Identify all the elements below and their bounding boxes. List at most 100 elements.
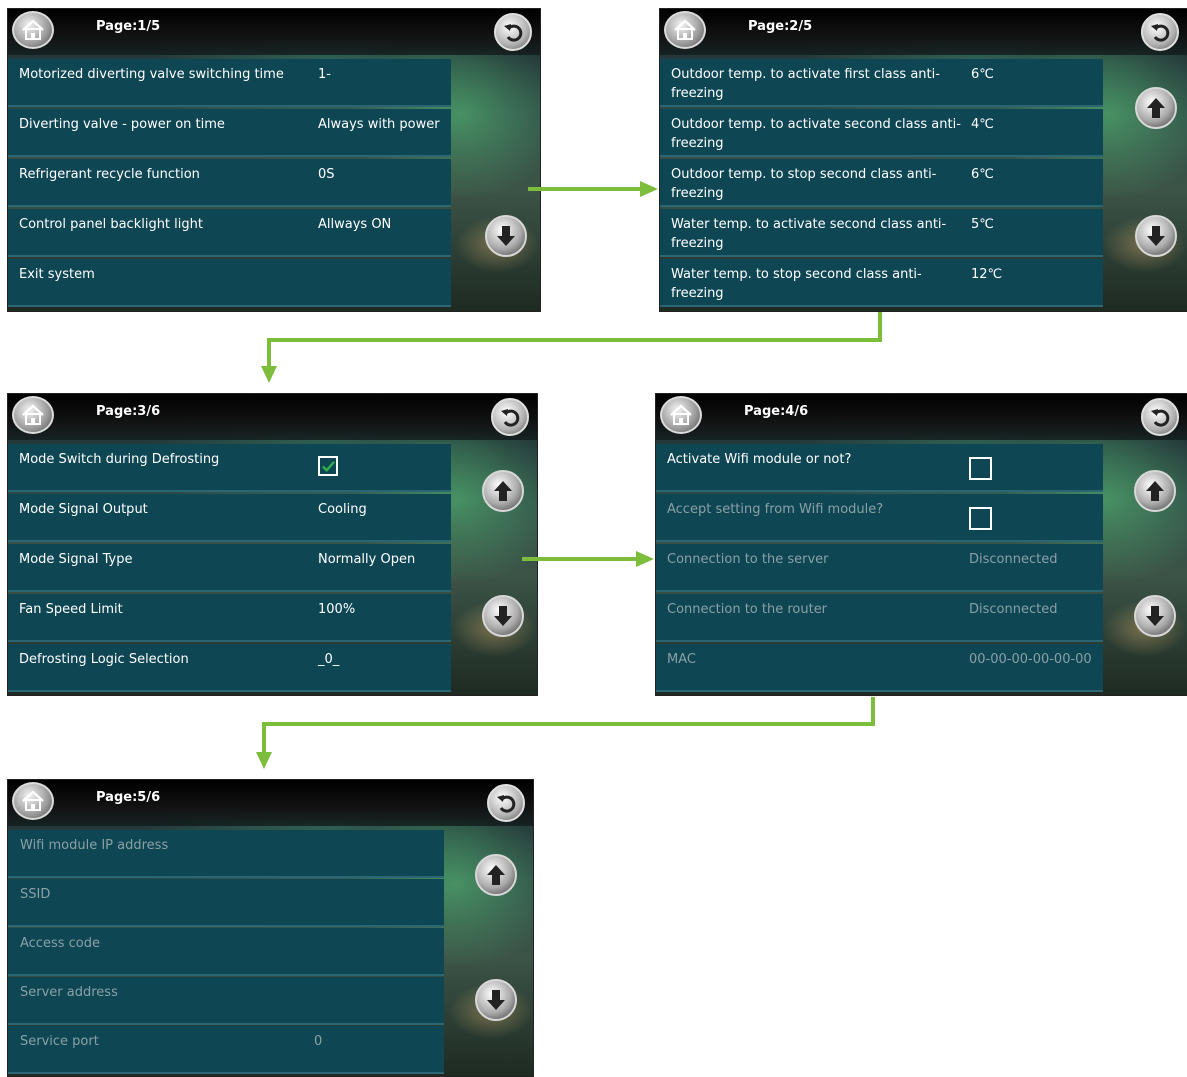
list-item[interactable]: Connection to the router Disconnected [656, 594, 1103, 642]
down-arrow-icon [487, 990, 505, 1010]
list-item[interactable]: Connection to the server Disconnected [656, 544, 1103, 592]
row-label: Motorized diverting valve switching time [19, 67, 284, 82]
scroll-down-button[interactable] [1135, 215, 1177, 257]
row-label: Connection to the router [667, 602, 828, 617]
scroll-up-button[interactable] [1134, 470, 1176, 512]
row-label: SSID [20, 887, 51, 902]
scroll-down-button[interactable] [1134, 595, 1176, 637]
row-label: Access code [20, 936, 100, 951]
top-bar [660, 9, 1187, 55]
list-item[interactable]: Mode Switch during Defrosting [8, 444, 451, 492]
list-item[interactable]: Outdoor temp. to stop second class anti-… [660, 159, 1103, 207]
activate-wifi-checkbox[interactable] [969, 457, 992, 480]
row-label: Diverting valve - power on time [19, 117, 225, 132]
scroll-down-button[interactable] [475, 979, 517, 1021]
top-bar [8, 9, 540, 55]
row-label: Service port [20, 1034, 99, 1049]
back-button[interactable] [494, 13, 532, 51]
list-item[interactable]: Fan Speed Limit 100% [8, 594, 451, 642]
row-label: Accept setting from Wifi module? [667, 502, 884, 517]
list-item[interactable]: Control panel backlight light Allways ON [8, 209, 451, 257]
row-label: Mode Signal Type [19, 552, 133, 567]
back-button[interactable] [491, 398, 529, 436]
row-label: Water temp. to activate second class ant… [671, 217, 947, 251]
home-button[interactable] [12, 396, 54, 434]
list-item[interactable]: Exit system [8, 259, 451, 307]
row-label: Control panel backlight light [19, 217, 203, 232]
list-item[interactable]: Access code [8, 928, 444, 976]
list-item[interactable]: Accept setting from Wifi module? [656, 494, 1103, 542]
row-value: 0S [318, 167, 335, 182]
back-arrow-icon [501, 409, 520, 427]
screen-page-2: Page:2/5 Outdoor temp. to activate first… [659, 8, 1187, 312]
row-label: Fan Speed Limit [19, 602, 123, 617]
row-value: 12℃ [971, 267, 1003, 282]
up-arrow-icon [1146, 481, 1164, 501]
back-button[interactable] [1141, 13, 1179, 51]
page-indicator: Page:1/5 [96, 19, 161, 34]
list-item[interactable]: Water temp. to activate second class ant… [660, 209, 1103, 257]
list-item[interactable]: Server address [8, 977, 444, 1025]
arrowhead-1 [640, 181, 658, 197]
scroll-down-button[interactable] [485, 215, 527, 257]
list-item[interactable]: Motorized diverting valve switching time… [8, 59, 451, 107]
list-item[interactable]: SSID [8, 879, 444, 927]
row-value: Cooling [318, 502, 367, 517]
arrowhead-4 [256, 752, 272, 769]
row-value: 1- [318, 67, 331, 82]
home-icon [22, 19, 44, 40]
list-item[interactable]: Refrigerant recycle function 0S [8, 159, 451, 207]
flow-arrow-4-to-5 [262, 697, 875, 756]
home-icon [674, 19, 696, 40]
list-item[interactable]: Outdoor temp. to activate first class an… [660, 59, 1103, 107]
back-button[interactable] [487, 784, 525, 822]
list-item[interactable]: Outdoor temp. to activate second class a… [660, 109, 1103, 157]
scroll-down-button[interactable] [482, 595, 524, 637]
home-button[interactable] [664, 11, 706, 49]
row-label: Wifi module IP address [20, 838, 169, 853]
up-arrow-icon [494, 481, 512, 501]
list-item[interactable]: Defrosting Logic Selection _0_ [8, 644, 451, 692]
list-item[interactable]: Mode Signal Type Normally Open [8, 544, 451, 592]
up-arrow-icon [487, 865, 505, 885]
accept-wifi-setting-checkbox[interactable] [969, 507, 992, 530]
screen-page-5: Page:5/6 Wifi module IP address SSID Acc… [7, 779, 534, 1077]
home-icon [670, 404, 692, 425]
back-button[interactable] [1141, 398, 1179, 436]
row-value: Disconnected [969, 552, 1058, 567]
home-icon [22, 790, 44, 811]
list-item[interactable]: Service port 0 [8, 1026, 444, 1074]
list-item[interactable]: Diverting valve - power on time Always w… [8, 109, 451, 157]
home-button[interactable] [660, 396, 702, 434]
row-value: _0_ [318, 652, 340, 667]
page-indicator: Page:3/6 [96, 404, 161, 419]
arrowhead-2 [261, 366, 277, 383]
row-label: Activate Wifi module or not? [667, 452, 852, 467]
home-button[interactable] [12, 11, 54, 49]
scroll-up-button[interactable] [482, 470, 524, 512]
list-item[interactable]: Water temp. to stop second class anti-fr… [660, 259, 1103, 307]
row-value: Always with power [318, 117, 440, 132]
row-value: 0 [314, 1034, 323, 1049]
list-item[interactable]: Wifi module IP address [8, 830, 444, 878]
row-value: 6℃ [971, 167, 994, 182]
down-arrow-icon [494, 606, 512, 626]
row-value: 100% [318, 602, 356, 617]
down-arrow-icon [497, 226, 515, 246]
scroll-up-button[interactable] [1135, 87, 1177, 129]
row-label: Mode Switch during Defrosting [19, 452, 220, 467]
list-item[interactable]: MAC 00-00-00-00-00-00 [656, 644, 1103, 692]
page-indicator: Page:5/6 [96, 790, 161, 805]
arrowhead-3 [636, 551, 654, 567]
row-label: Server address [20, 985, 118, 1000]
row-label: Outdoor temp. to activate second class a… [671, 117, 961, 151]
list-item[interactable]: Activate Wifi module or not? [656, 444, 1103, 492]
page-indicator: Page:2/5 [748, 19, 813, 34]
list-item[interactable]: Mode Signal Output Cooling [8, 494, 451, 542]
home-icon [22, 404, 44, 425]
row-label: MAC [667, 652, 696, 667]
mode-switch-checkbox[interactable] [318, 456, 338, 476]
scroll-up-button[interactable] [475, 854, 517, 896]
home-button[interactable] [12, 782, 54, 820]
screen-page-4: Page:4/6 Activate Wifi module or not? Ac… [655, 393, 1187, 696]
